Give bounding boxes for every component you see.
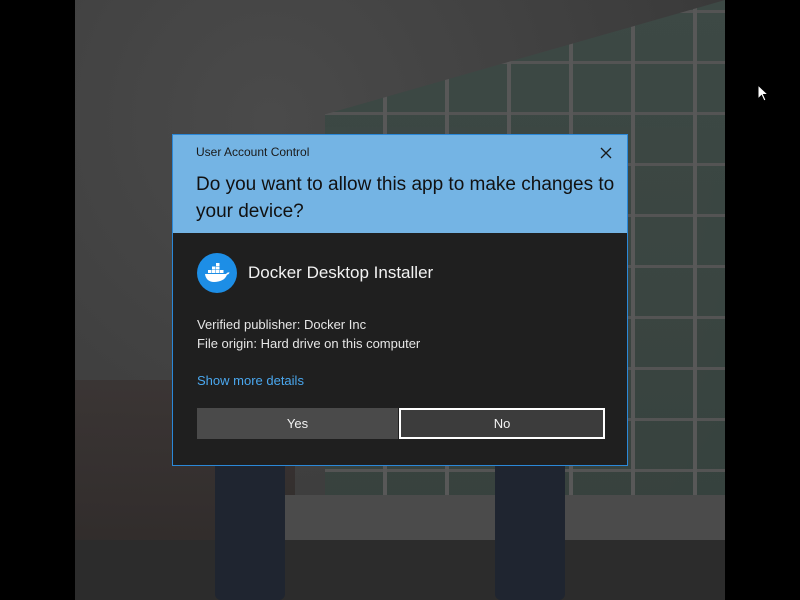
app-name: Docker Desktop Installer bbox=[248, 263, 434, 282]
no-button[interactable]: No bbox=[399, 408, 605, 439]
app-info-row: Docker Desktop Installer bbox=[197, 252, 433, 294]
background-ground bbox=[75, 540, 725, 600]
mouse-cursor-icon bbox=[757, 84, 769, 102]
dialog-question: Do you want to allow this app to make ch… bbox=[196, 174, 615, 222]
close-icon bbox=[600, 147, 612, 159]
file-origin-text: File origin: Hard drive on this computer bbox=[197, 336, 421, 351]
show-more-details-link[interactable]: Show more details bbox=[197, 373, 304, 388]
close-button[interactable] bbox=[593, 143, 619, 163]
app-details: Verified publisher: Docker Inc File orig… bbox=[197, 315, 420, 353]
docker-whale-icon bbox=[197, 253, 237, 293]
uac-dialog: User Account Control Do you want to allo… bbox=[172, 134, 628, 466]
dialog-caption: User Account Control bbox=[196, 145, 310, 159]
yes-button[interactable]: Yes bbox=[197, 408, 398, 439]
publisher-text: Verified publisher: Docker Inc bbox=[197, 317, 367, 332]
uac-header: User Account Control Do you want to allo… bbox=[173, 135, 627, 233]
uac-body: Docker Desktop Installer Verified publis… bbox=[173, 233, 627, 465]
